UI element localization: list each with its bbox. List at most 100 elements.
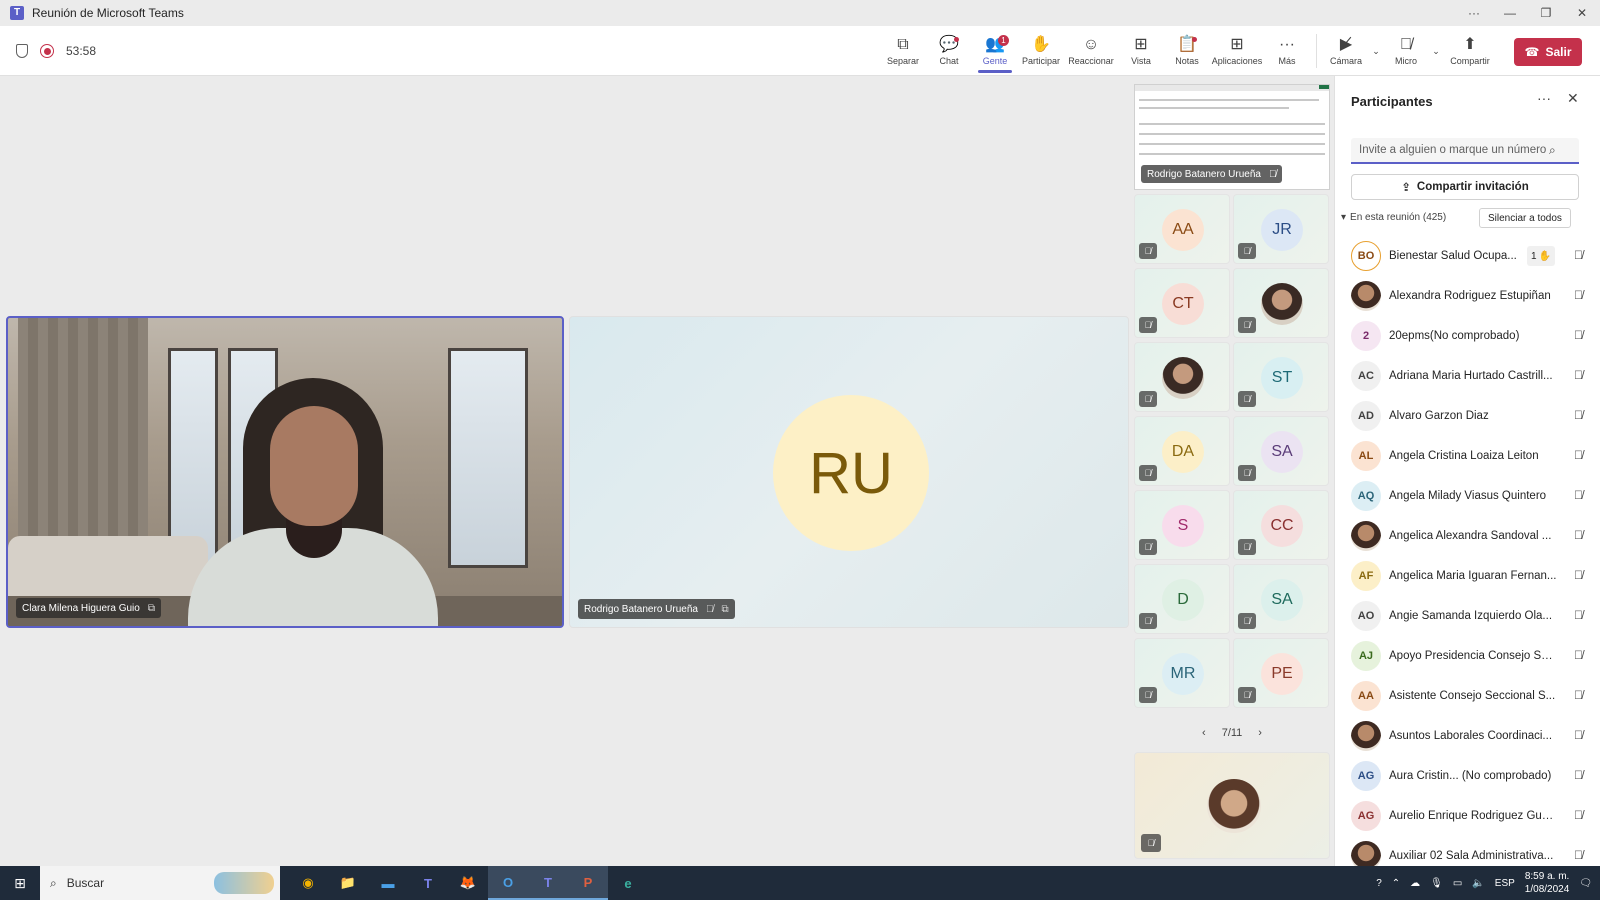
mic-off-icon[interactable]: 🎙̸ xyxy=(1574,288,1583,302)
participant-row[interactable]: AA Asistente Consejo Seccional S... 🎙̸ xyxy=(1335,676,1600,716)
more-options-icon[interactable]: ··· xyxy=(1537,90,1551,106)
gallery-tile[interactable]: 🎙̸ xyxy=(1134,342,1230,412)
gallery-tile[interactable]: PE 🎙̸ xyxy=(1233,638,1329,708)
taskbar-search[interactable]: ⌕ Buscar xyxy=(40,866,280,900)
view-button[interactable]: ⊞ Vista xyxy=(1118,26,1164,76)
gallery-tile[interactable]: D 🎙̸ xyxy=(1134,564,1230,634)
mic-off-icon[interactable]: 🎙̸ xyxy=(1574,328,1583,342)
mic-off-icon[interactable]: 🎙̸ xyxy=(1574,448,1583,462)
chevron-left-icon[interactable]: ‹ xyxy=(1202,727,1206,739)
participant-row[interactable]: AF Angelica Maria Iguaran Fernan... 🎙̸ xyxy=(1335,556,1600,596)
participant-row[interactable]: Auxiliar 02 Sala Administrativa... 🎙̸ xyxy=(1335,836,1600,866)
participant-row[interactable]: AC Adriana Maria Hurtado Castrill... 🎙̸ xyxy=(1335,356,1600,396)
firefox-icon[interactable]: 🦊 xyxy=(448,866,488,900)
react-button[interactable]: ☺ Reaccionar xyxy=(1064,26,1118,76)
spreadsheet-line xyxy=(1139,99,1319,101)
mic-off-icon[interactable]: 🎙̸ xyxy=(1574,528,1583,542)
chrome-icon[interactable]: ◉ xyxy=(288,866,328,900)
participant-row[interactable]: Alexandra Rodriguez Estupiñan 🎙̸ xyxy=(1335,276,1600,316)
help-icon[interactable]: ? xyxy=(1376,878,1382,889)
people-button[interactable]: 👥 1 Gente xyxy=(972,26,1018,76)
close-icon[interactable]: ✕ xyxy=(1567,90,1579,107)
mute-all-button[interactable]: Silenciar a todos xyxy=(1479,208,1571,228)
video-tile-rodrigo[interactable]: RU Rodrigo Batanero Urueña 🎙̸ ⧉ xyxy=(569,316,1129,628)
participant-row[interactable]: AD Alvaro Garzon Diaz 🎙̸ xyxy=(1335,396,1600,436)
mic-button[interactable]: 🎙̸ Micro xyxy=(1383,26,1429,76)
maximize-button[interactable]: ❐ xyxy=(1528,0,1564,26)
gallery-tile[interactable]: SA 🎙̸ xyxy=(1233,564,1329,634)
onedrive-icon[interactable]: ☁ xyxy=(1410,878,1420,889)
share-invite-button[interactable]: ⇪ Compartir invitación xyxy=(1351,174,1579,200)
raise-hand-button[interactable]: ✋ Participar xyxy=(1018,26,1064,76)
mic-off-icon[interactable]: 🎙̸ xyxy=(1574,648,1583,662)
participant-row[interactable]: AJ Apoyo Presidencia Consejo Se... 🎙̸ xyxy=(1335,636,1600,676)
gallery-tile[interactable]: S 🎙̸ xyxy=(1134,490,1230,560)
language-indicator[interactable]: ESP xyxy=(1495,878,1515,889)
mic-off-icon[interactable]: 🎙̸ xyxy=(1574,408,1583,422)
self-video-tile[interactable]: 🎙̸ xyxy=(1134,752,1330,859)
camera-button[interactable]: ▶̸ Cámara xyxy=(1323,26,1369,76)
gallery-tile[interactable]: AA 🎙̸ xyxy=(1134,194,1230,264)
chevron-right-icon[interactable]: › xyxy=(1258,727,1262,739)
gallery-tile[interactable]: JR 🎙̸ xyxy=(1233,194,1329,264)
mic-off-icon[interactable]: 🎙̸ xyxy=(1574,368,1583,382)
participant-row[interactable]: 2 20epms(No comprobado) 🎙̸ xyxy=(1335,316,1600,356)
teams-icon[interactable]: T xyxy=(408,866,448,900)
participant-row[interactable]: Angelica Alexandra Sandoval ... 🎙̸ xyxy=(1335,516,1600,556)
participant-row[interactable]: AQ Angela Milady Viasus Quintero 🎙̸ xyxy=(1335,476,1600,516)
volume-icon[interactable]: 🔈 xyxy=(1472,878,1484,889)
more-button[interactable]: ··· Más xyxy=(1264,26,1310,76)
in-meeting-section-toggle[interactable]: ▾ En esta reunión (425) xyxy=(1341,212,1446,223)
minimize-button[interactable]: — xyxy=(1492,0,1528,26)
separar-button[interactable]: ⧉ Separar xyxy=(880,26,926,76)
more-options-icon[interactable]: ··· xyxy=(1456,0,1492,26)
network-icon[interactable]: ▭ xyxy=(1453,878,1462,889)
shared-screen-thumbnail[interactable]: Rodrigo Batanero Urueña 🎙̸ xyxy=(1134,84,1330,190)
mic-off-icon[interactable]: 🎙̸ xyxy=(1574,608,1583,622)
participant-row[interactable]: Asuntos Laborales Coordinaci... 🎙̸ xyxy=(1335,716,1600,756)
file-explorer-icon[interactable]: 📁 xyxy=(328,866,368,900)
chat-button[interactable]: 💬 Chat xyxy=(926,26,972,76)
camera-options-chevron-icon[interactable]: ⌄ xyxy=(1369,26,1383,76)
chevron-up-icon[interactable]: ⌃ xyxy=(1392,878,1400,889)
invite-input[interactable] xyxy=(1359,144,1549,156)
mic-off-icon[interactable]: 🎙̸ xyxy=(1574,248,1583,262)
gallery-tile[interactable]: MR 🎙̸ xyxy=(1134,638,1230,708)
gallery-tile[interactable]: CT 🎙̸ xyxy=(1134,268,1230,338)
participant-row[interactable]: AG Aura Cristin... (No comprobado) 🎙̸ xyxy=(1335,756,1600,796)
gallery-tile[interactable]: DA 🎙̸ xyxy=(1134,416,1230,486)
apps-button[interactable]: ⊞ Aplicaciones xyxy=(1210,26,1264,76)
mic-off-icon[interactable]: 🎙̸ xyxy=(1574,488,1583,502)
mic-off-icon[interactable]: 🎙̸ xyxy=(1574,568,1583,582)
mic-icon[interactable]: 🎙 xyxy=(1430,878,1443,889)
powerpoint-icon[interactable]: P xyxy=(568,866,608,900)
gallery-tile[interactable]: ST 🎙̸ xyxy=(1233,342,1329,412)
mic-off-icon[interactable]: 🎙̸ xyxy=(1574,728,1583,742)
outlook-icon[interactable]: O xyxy=(488,866,528,900)
share-button[interactable]: ⬆ Compartir xyxy=(1443,26,1497,76)
mic-off-icon[interactable]: 🎙̸ xyxy=(1574,808,1583,822)
participant-row[interactable]: AG Aurelio Enrique Rodriguez Guz... 🎙̸ xyxy=(1335,796,1600,836)
participant-row[interactable]: BO Bienestar Salud Ocupa... 1 ✋ 🎙̸ xyxy=(1335,236,1600,276)
gallery-tile[interactable]: SA 🎙̸ xyxy=(1233,416,1329,486)
gallery-tile[interactable]: 🎙̸ xyxy=(1233,268,1329,338)
close-window-button[interactable]: ✕ xyxy=(1564,0,1600,26)
notes-button[interactable]: 📋 Notas xyxy=(1164,26,1210,76)
shield-icon[interactable] xyxy=(16,44,28,58)
edge-icon[interactable]: e xyxy=(608,866,648,900)
invite-search-field[interactable]: ⌕ xyxy=(1351,138,1579,164)
leave-button[interactable]: ☎ Salir xyxy=(1514,38,1582,66)
mic-off-icon[interactable]: 🎙̸ xyxy=(1574,768,1583,782)
mic-off-icon[interactable]: 🎙̸ xyxy=(1574,688,1583,702)
clock[interactable]: 8:59 a. m. 1/08/2024 xyxy=(1525,870,1570,896)
mic-off-icon[interactable]: 🎙̸ xyxy=(1574,848,1583,862)
participant-row[interactable]: AL Angela Cristina Loaiza Leiton 🎙̸ xyxy=(1335,436,1600,476)
gallery-tile[interactable]: CC 🎙̸ xyxy=(1233,490,1329,560)
video-tile-clara[interactable]: Clara Milena Higuera Guio ⧉ xyxy=(6,316,564,628)
mic-options-chevron-icon[interactable]: ⌄ xyxy=(1429,26,1443,76)
participant-row[interactable]: AO Angie Samanda Izquierdo Ola... 🎙̸ xyxy=(1335,596,1600,636)
teams-active-icon[interactable]: T xyxy=(528,866,568,900)
notifications-icon[interactable]: 🗨 xyxy=(1579,878,1592,889)
windows-start-icon[interactable]: ⊞ xyxy=(0,866,40,900)
terminal-icon[interactable]: ▬ xyxy=(368,866,408,900)
